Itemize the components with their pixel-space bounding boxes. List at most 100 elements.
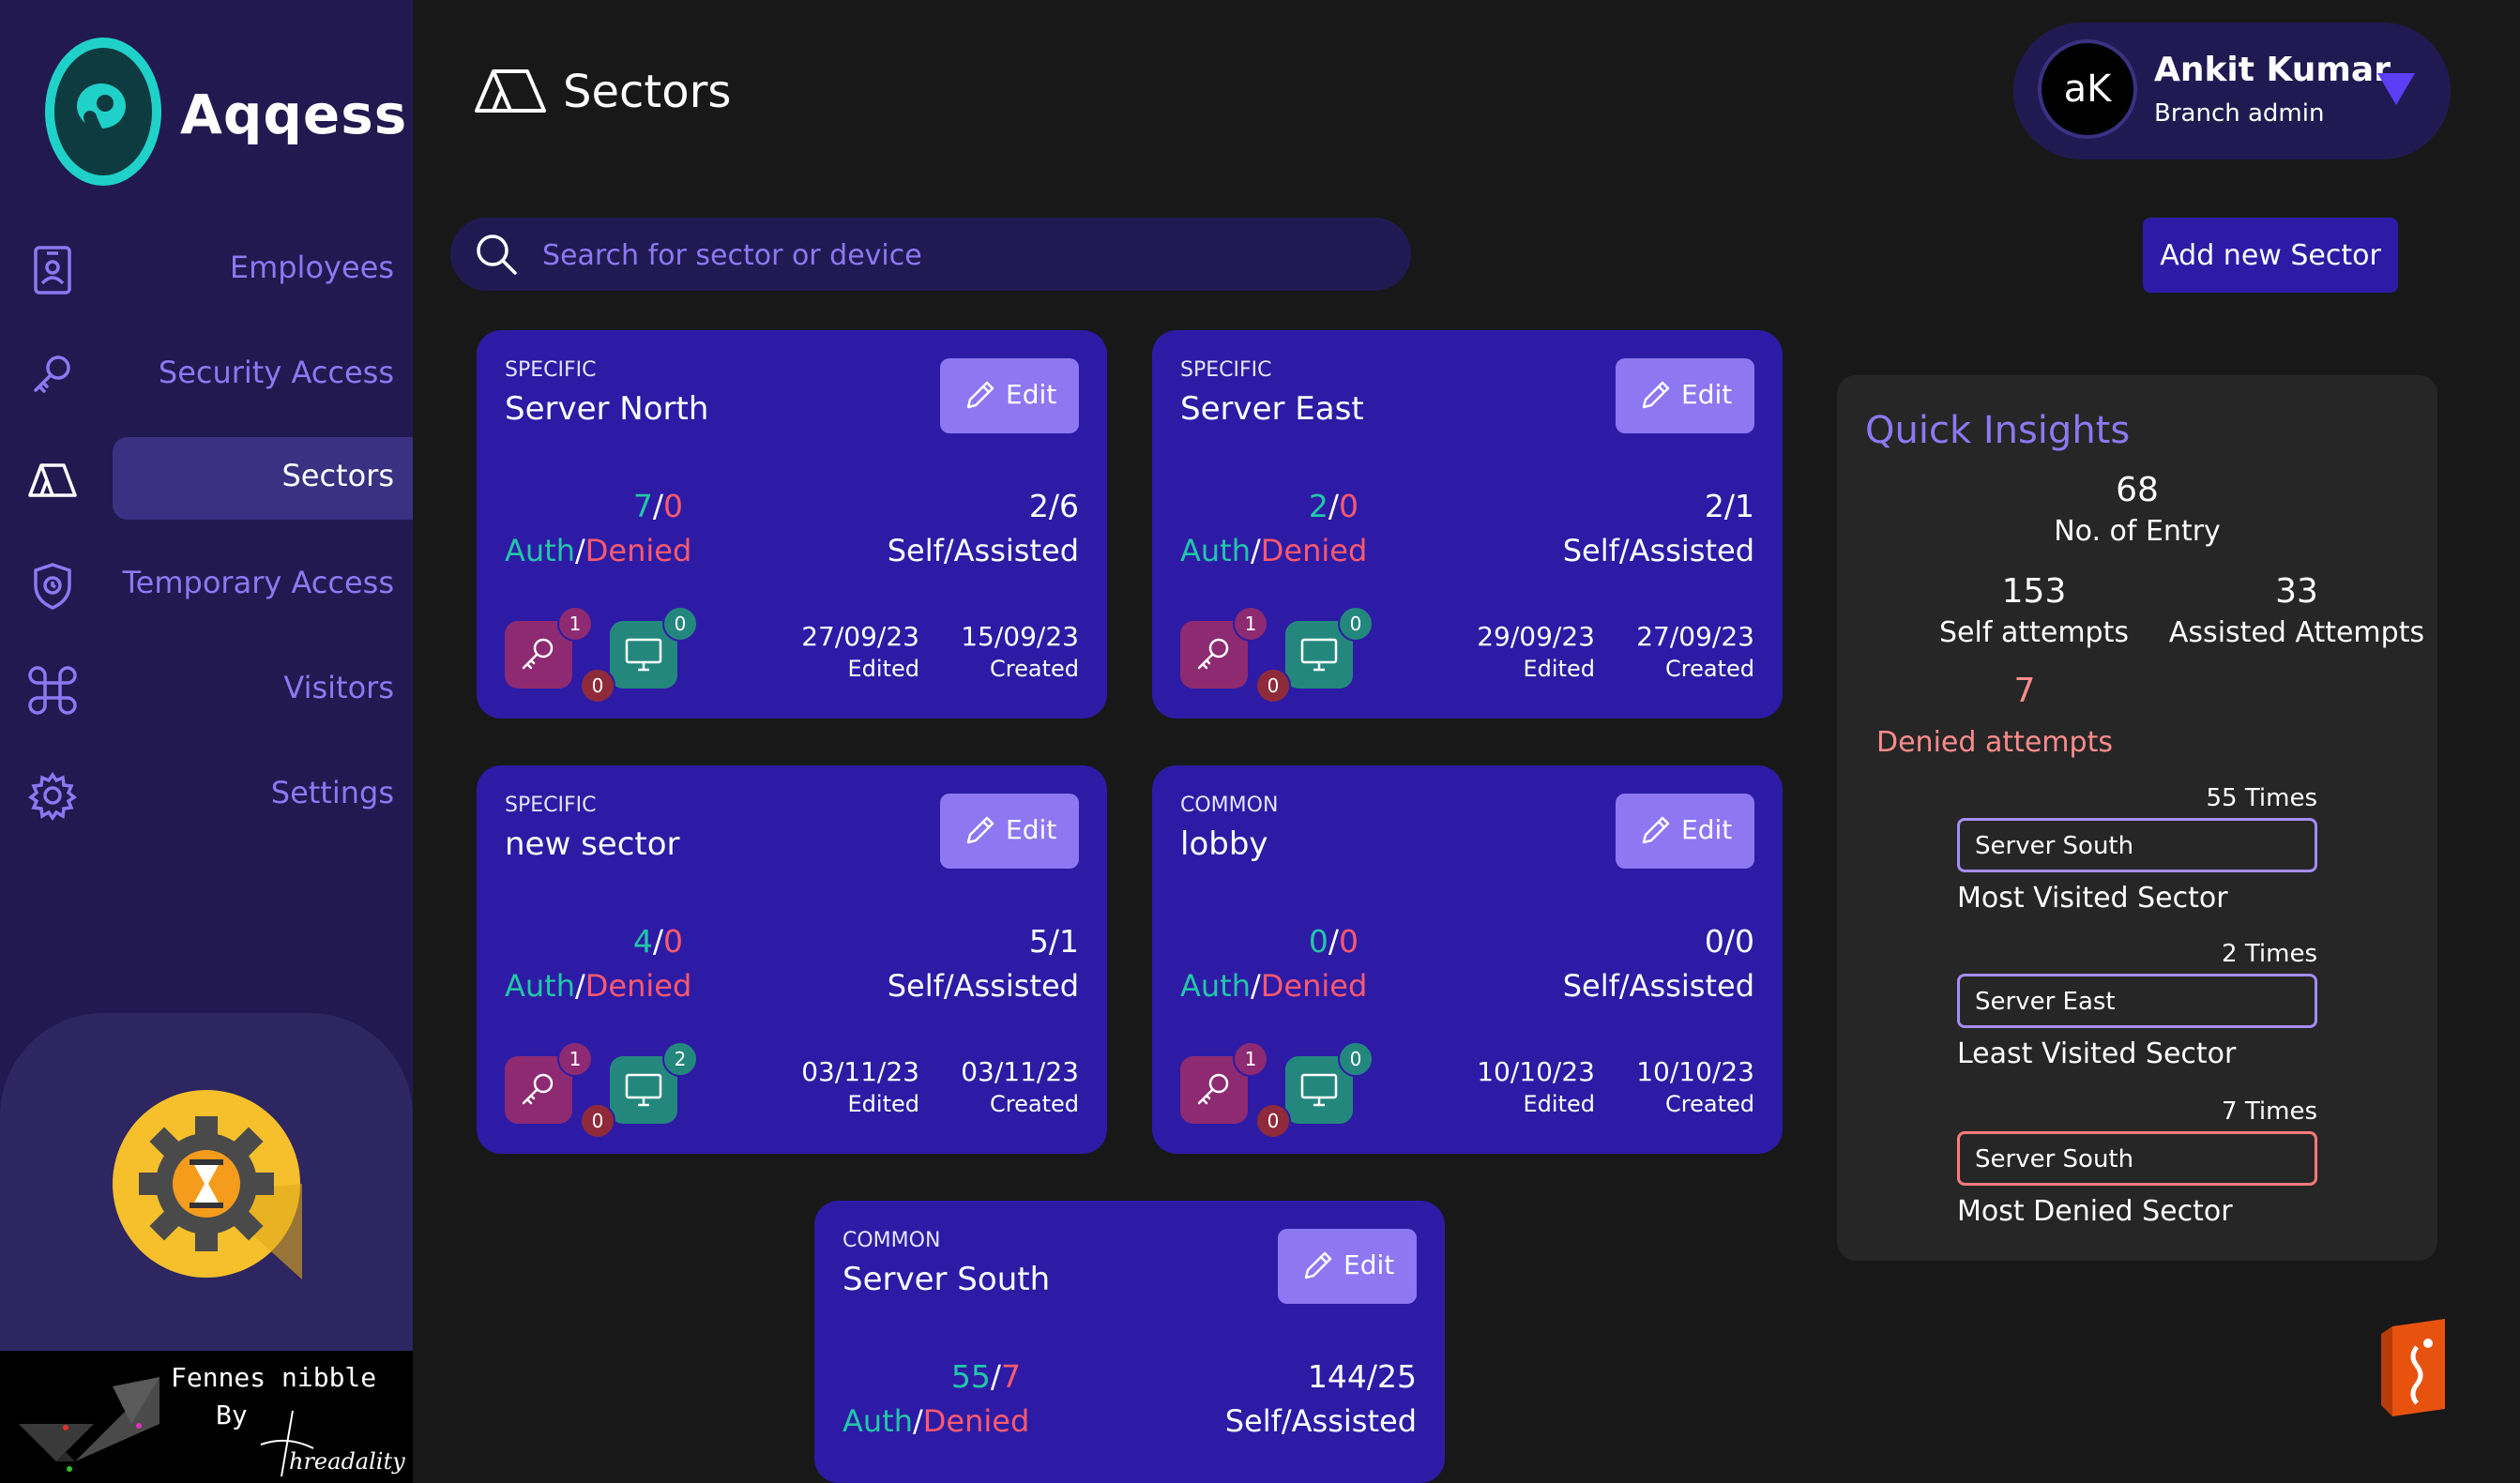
credit-text: Fennes nibble [171, 1362, 377, 1393]
least-visited-times: 2 Times [2222, 940, 2317, 968]
app-name: Aqqess [180, 83, 408, 146]
most-visited-label: Most Visited Sector [1957, 882, 2228, 915]
least-visited-label: Least Visited Sector [1957, 1037, 2237, 1070]
keys-count-badge: 1 [557, 1041, 593, 1077]
sidebar-item-security-access[interactable]: Security Access [0, 334, 413, 416]
gear-icon [28, 771, 77, 822]
auth-denied-count: 55/7 [950, 1358, 1021, 1395]
auth-denied-count: 0/0 [1308, 923, 1359, 960]
edit-sector-button[interactable]: Edit [940, 358, 1079, 433]
keys-count-badge: 1 [1233, 606, 1268, 642]
sidebar-item-temporary-access[interactable]: Temporary Access [0, 544, 413, 627]
edit-sector-button[interactable]: Edit [1278, 1229, 1417, 1304]
user-name: Ankit Kumar [2154, 51, 2391, 89]
edit-sector-button[interactable]: Edit [1616, 794, 1754, 869]
sector-card: COMMON lobby Edit 0/0 Auth/Denied 0/0 Se… [1152, 765, 1783, 1154]
created-date: 27/09/23 Created [1636, 621, 1754, 682]
sidebar-item-settings[interactable]: Settings [0, 754, 413, 837]
sector-card: COMMON Server South Edit 55/7 Auth/Denie… [814, 1201, 1445, 1483]
quick-insights-panel: Quick Insights 68 No. of Entry 153 Self … [1837, 375, 2437, 1261]
settings-hourglass-icon [113, 1090, 302, 1279]
auth-denied-label: Auth/Denied [505, 533, 692, 568]
sidebar-item-label: Visitors [283, 670, 394, 705]
sidebar-item-label: Sectors [281, 458, 394, 493]
denied-attempts-value: 7 [2013, 672, 2036, 710]
self-assisted-count: 2/1 [1704, 488, 1754, 524]
monitor-icon [625, 638, 662, 672]
sector-type: COMMON [1180, 794, 1279, 817]
key-icon [522, 1073, 554, 1105]
id-badge-icon [34, 246, 71, 295]
key-icon [1197, 1073, 1229, 1105]
user-menu[interactable]: aK Ankit Kumar Branch admin [2013, 23, 2451, 159]
sector-type: COMMON [843, 1229, 941, 1252]
tent-icon [475, 69, 546, 113]
denied-count-badge: 0 [580, 1103, 615, 1139]
monitor-icon [625, 1073, 662, 1107]
sector-name: new sector [505, 825, 680, 863]
keys-count-badge: 1 [1233, 1041, 1268, 1077]
created-date: 10/10/23 Created [1636, 1056, 1754, 1117]
denied-count-badge: 0 [580, 668, 615, 704]
self-assisted-count: 5/1 [1028, 923, 1079, 960]
created-date: 15/09/23 Created [961, 621, 1079, 682]
sidebar-item-label: Temporary Access [122, 565, 394, 600]
self-assisted-label: Self/Assisted [887, 533, 1079, 568]
search-input[interactable] [540, 218, 1389, 293]
pencil-icon [1642, 381, 1670, 409]
search-bar [450, 218, 1411, 293]
monitor-icon [1300, 638, 1338, 672]
shield-clock-icon [34, 563, 71, 610]
sidebar-item-label: Security Access [158, 355, 394, 390]
self-attempts-stat: 153 Self attempts [1939, 572, 2129, 649]
auth-denied-label: Auth/Denied [505, 968, 692, 1004]
tent-icon [28, 463, 77, 497]
sidebar-item-visitors[interactable]: Visitors [0, 649, 413, 732]
edit-label: Edit [1681, 814, 1733, 845]
most-denied-sector[interactable]: Server South [1957, 1131, 2317, 1186]
credit-banner: Fennes nibble By hreadality [0, 1351, 413, 1483]
edit-sector-button[interactable]: Edit [940, 794, 1079, 869]
sidebar: Aqqess Employees Security Access Sectors… [0, 0, 413, 1483]
sector-card: SPECIFIC Server North Edit 7/0 Auth/Deni… [477, 330, 1107, 719]
denied-count-badge: 0 [1255, 1103, 1291, 1139]
credit-by: By [216, 1400, 248, 1430]
insights-title: Quick Insights [1865, 409, 2131, 452]
most-visited-sector[interactable]: Server South [1957, 818, 2317, 872]
entries-stat: 68 No. of Entry [2054, 471, 2221, 548]
sidebar-item-label: Settings [270, 775, 394, 810]
caret-down-icon[interactable] [2376, 69, 2417, 107]
devices-count-badge: 0 [1338, 606, 1374, 642]
credit-brand: hreadality [289, 1448, 405, 1475]
denied-attempts-label: Denied attempts [1876, 726, 2113, 759]
self-assisted-label: Self/Assisted [887, 968, 1079, 1004]
key-icon [34, 356, 70, 393]
auth-denied-count: 7/0 [632, 488, 683, 524]
app-logo-icon [45, 38, 161, 186]
key-icon [1197, 638, 1229, 670]
command-icon [28, 666, 77, 715]
edited-date: 29/09/23 Edited [1477, 621, 1595, 682]
edit-sector-button[interactable]: Edit [1616, 358, 1754, 433]
sector-card: SPECIFIC Server East Edit 2/0 Auth/Denie… [1152, 330, 1783, 719]
user-role: Branch admin [2154, 99, 2325, 128]
sidebar-item-label: Employees [229, 250, 394, 285]
add-new-sector-button[interactable]: Add new Sector [2143, 218, 2398, 293]
sector-name: Server South [843, 1261, 1051, 1298]
pencil-icon [966, 381, 994, 409]
keys-count-badge: 1 [557, 606, 593, 642]
sidebar-item-sectors[interactable]: Sectors [0, 437, 413, 520]
sector-name: Server North [505, 390, 709, 428]
least-visited-sector[interactable]: Server East [1957, 974, 2317, 1028]
edited-date: 27/09/23 Edited [801, 621, 919, 682]
auth-denied-label: Auth/Denied [1180, 968, 1368, 1004]
self-assisted-label: Self/Assisted [1224, 1403, 1417, 1439]
auth-denied-label: Auth/Denied [843, 1403, 1030, 1439]
sidebar-item-employees[interactable]: Employees [0, 229, 413, 311]
devices-count-badge: 2 [662, 1041, 698, 1077]
edit-label: Edit [1006, 379, 1057, 410]
help-widget-icon[interactable] [2374, 1319, 2449, 1416]
sector-name: Server East [1180, 390, 1364, 428]
self-assisted-label: Self/Assisted [1562, 533, 1754, 568]
page-title: Sectors [563, 66, 732, 118]
